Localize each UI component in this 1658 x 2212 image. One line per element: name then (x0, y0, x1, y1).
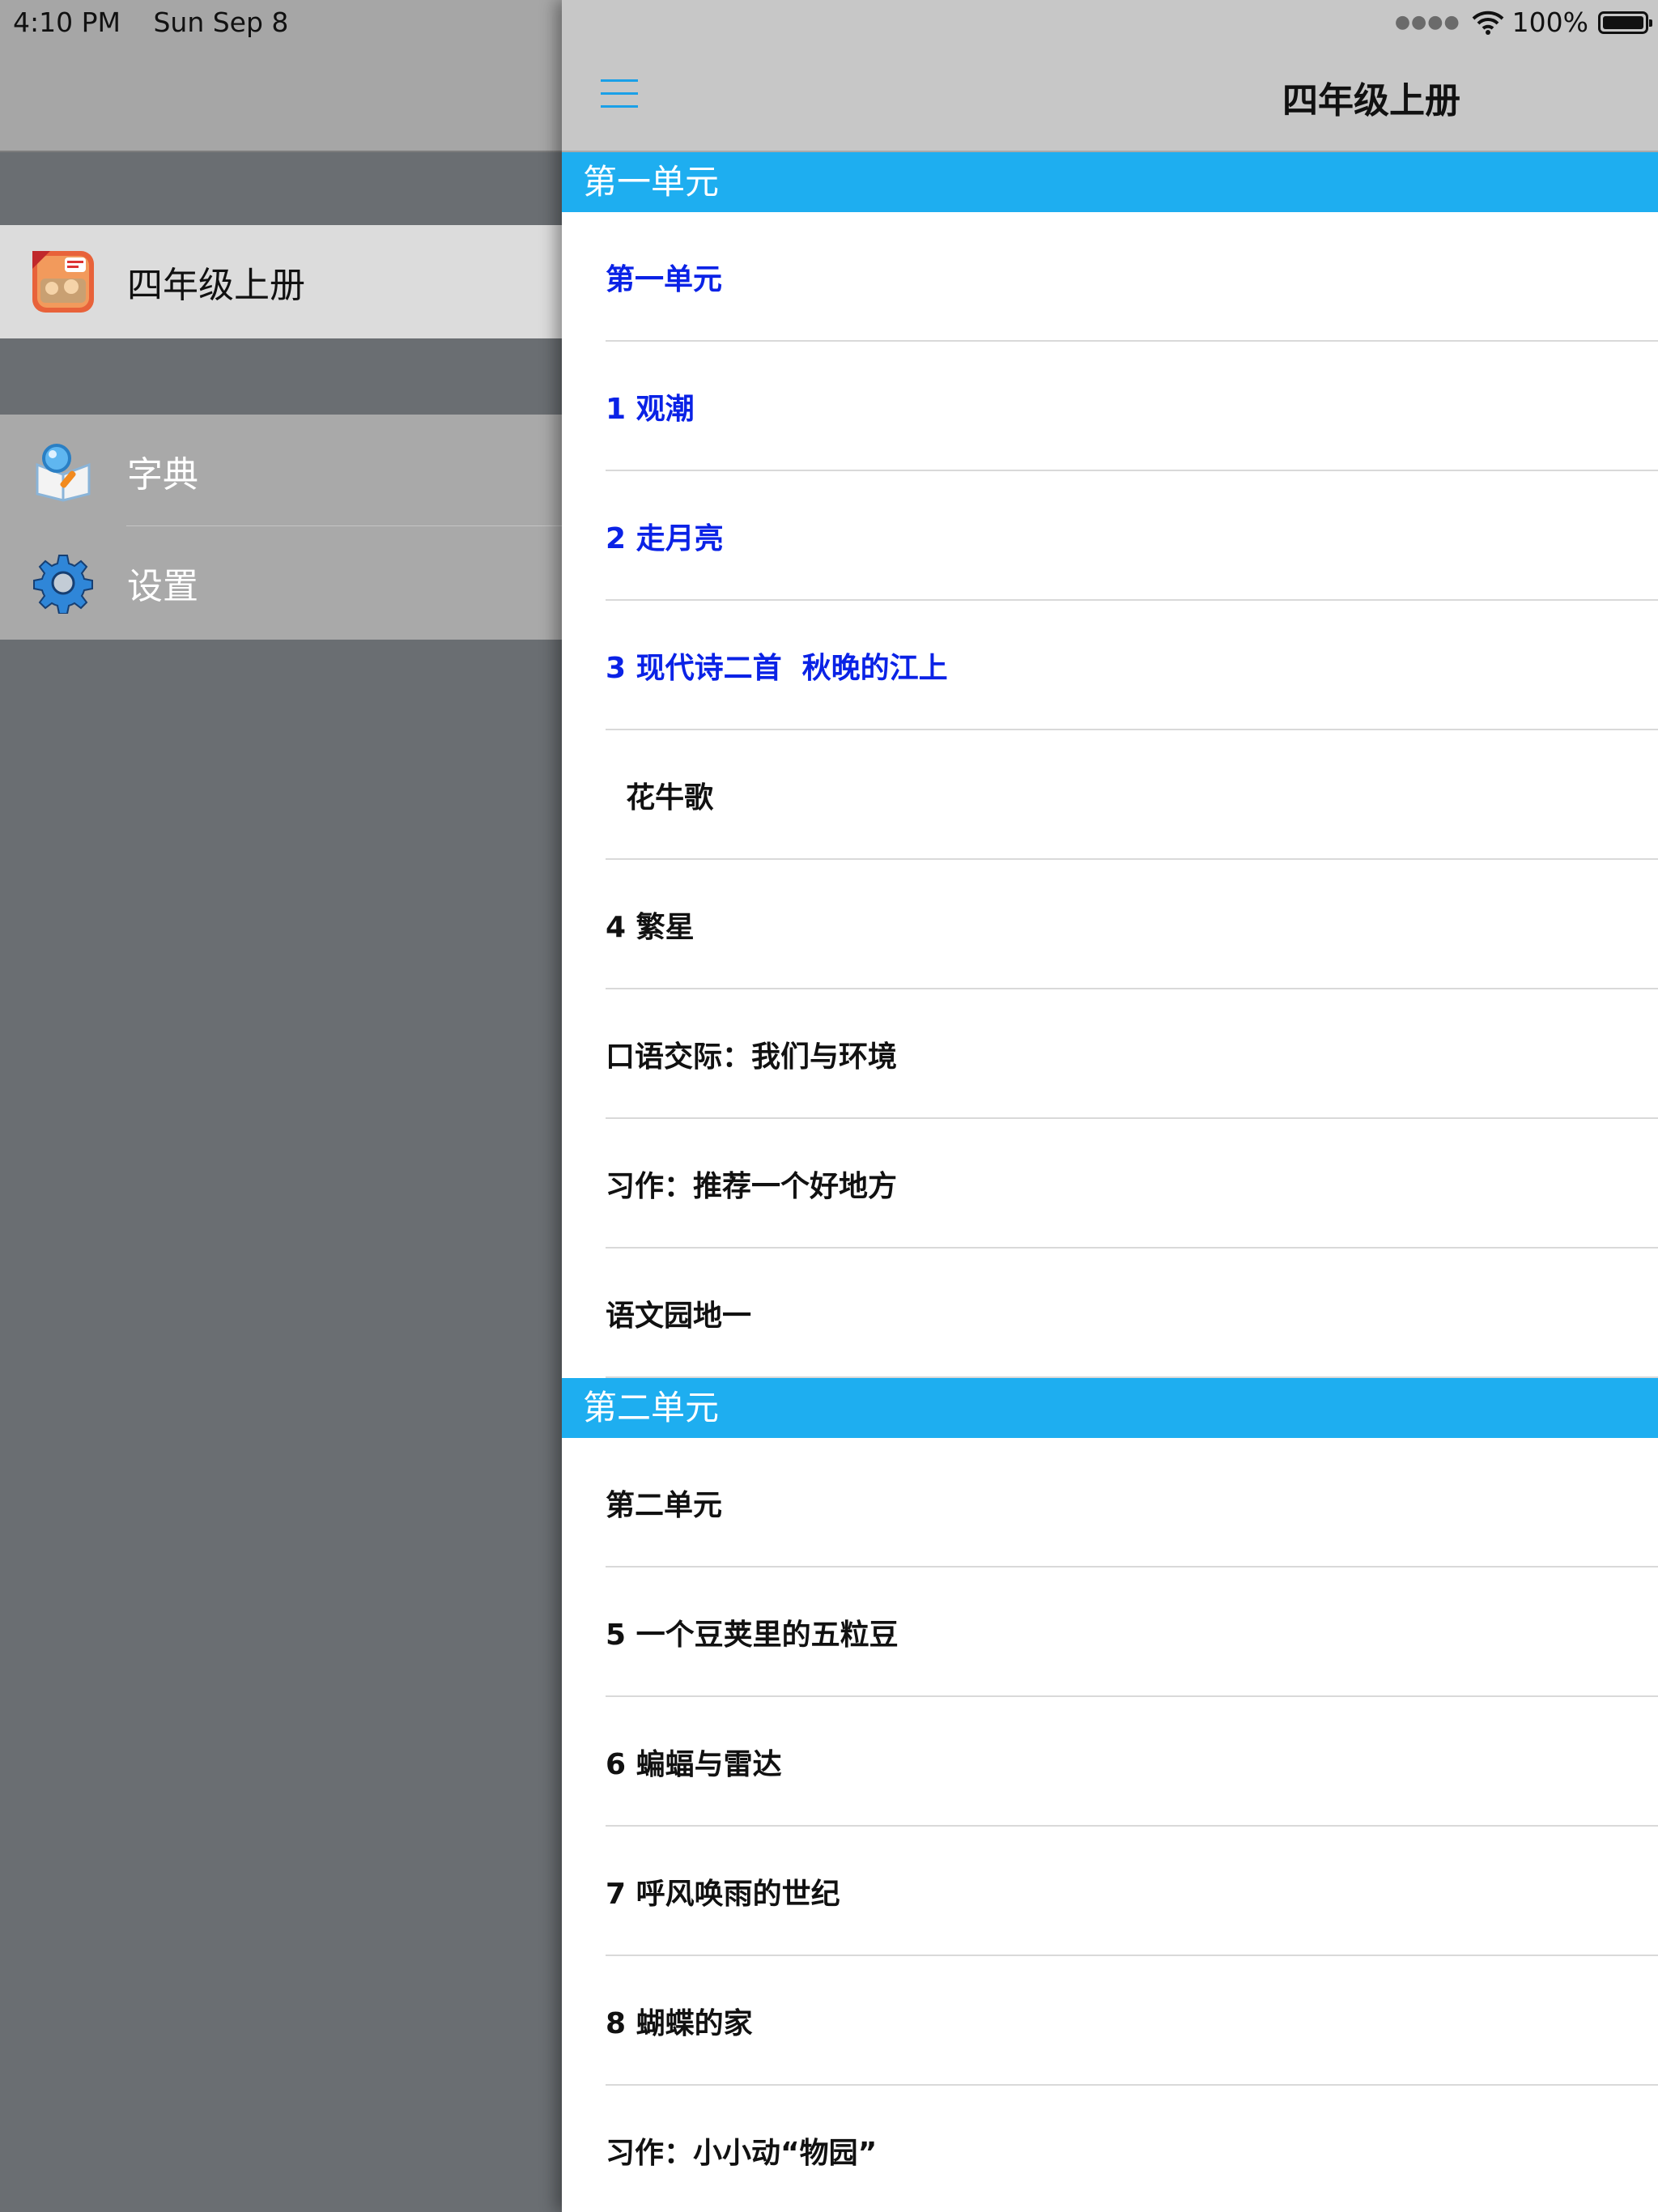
list-item[interactable]: 口语交际：我们与环境 (562, 989, 1658, 1119)
sidebar-item-book[interactable]: 四年级上册 (0, 225, 562, 338)
sidebar-item-dictionary[interactable]: 字典 (0, 415, 562, 528)
list-item-label: 1 观潮 (606, 393, 695, 426)
list-item[interactable]: 6 蝙蝠与雷达 (562, 1697, 1658, 1827)
sidebar-header: 4:10 PM Sun Sep 8 (0, 0, 562, 152)
list-item[interactable]: 习作：推荐一个好地方 (562, 1119, 1658, 1249)
list-item[interactable]: 4 繁星 (562, 860, 1658, 989)
battery-percentage: 100% (1511, 6, 1588, 38)
list-item[interactable]: 第二单元 (562, 1438, 1658, 1568)
sidebar-item-settings[interactable]: 设置 (0, 526, 562, 640)
menu-line (601, 92, 638, 95)
dictionary-icon (36, 444, 91, 502)
gear-icon (33, 555, 93, 614)
status-date: Sun Sep 8 (153, 6, 289, 38)
battery-tip (1649, 19, 1652, 27)
wifi-icon (1472, 11, 1504, 35)
list-item-label: 5 一个豆荚里的五粒豆 (606, 1619, 899, 1652)
list-item[interactable]: 花牛歌 (562, 730, 1658, 860)
sidebar: 4:10 PM Sun Sep 8 四年级上册 字典 设置 (0, 0, 562, 2212)
list-item-label: 花牛歌 (606, 781, 714, 815)
list-item[interactable]: 7 呼风唤雨的世纪 (562, 1827, 1658, 1956)
list-item[interactable]: 1 观潮 (562, 342, 1658, 471)
battery-level-fill (1603, 15, 1643, 29)
list-item-label: 习作：小小动“物园” (606, 2137, 878, 2170)
list-item[interactable]: 8 蝴蝶的家 (562, 1956, 1658, 2086)
list-item-label: 7 呼风唤雨的世纪 (606, 1878, 840, 1911)
sidebar-item-label: 四年级上册 (127, 265, 305, 306)
status-bar-right: ●●●● 100% (1394, 6, 1652, 38)
cellular-signal-icon: ●●●● (1394, 12, 1460, 32)
main-panel: ●●●● 100% 四年级上册 第一单元 第一单元 1 观潮 2 走月亮 3 现代诗二首… (562, 0, 1658, 2212)
list-item[interactable]: 5 一个豆荚里的五粒豆 (562, 1568, 1658, 1697)
sidebar-item-label: 字典 (127, 454, 198, 496)
menu-line (601, 105, 638, 108)
list-item-label: 2 走月亮 (606, 522, 724, 555)
hamburger-menu-icon[interactable] (601, 74, 641, 112)
status-bar-left: 4:10 PM Sun Sep 8 (13, 6, 312, 38)
list-item-label: 4 繁星 (606, 911, 695, 944)
list-item-label: 6 蝙蝠与雷达 (606, 1748, 782, 1781)
list-item-label: 语文园地一 (606, 1300, 752, 1333)
lesson-list: 第一单元 第一单元 1 观潮 2 走月亮 3 现代诗二首 秋晚的江上 花牛歌 4 繁星 口语… (562, 152, 1658, 2212)
list-item-label: 8 蝴蝶的家 (606, 2007, 753, 2040)
book-cover-icon (32, 251, 94, 313)
list-item-label: 口语交际：我们与环境 (606, 1040, 898, 1074)
page-title: 四年级上册 (1282, 80, 1460, 121)
list-item-label: 3 现代诗二首 秋晚的江上 (606, 652, 948, 685)
list-item[interactable]: 第一单元 (562, 212, 1658, 342)
list-item-label: 习作：推荐一个好地方 (606, 1170, 898, 1203)
row-divider (606, 1376, 1658, 1378)
sidebar-item-label: 设置 (127, 566, 198, 607)
menu-line (601, 79, 638, 82)
navigation-bar: ●●●● 100% 四年级上册 (562, 0, 1658, 152)
list-item-label: 第二单元 (606, 1489, 723, 1522)
list-item-label: 第一单元 (606, 263, 723, 296)
list-item[interactable]: 3 现代诗二首 秋晚的江上 (562, 601, 1658, 730)
list-item[interactable]: 语文园地一 (562, 1249, 1658, 1378)
battery-icon (1598, 11, 1652, 34)
list-item[interactable]: 习作：小小动“物园” (562, 2086, 1658, 2212)
section-header: 第一单元 (562, 152, 1658, 212)
section-header: 第二单元 (562, 1378, 1658, 1438)
list-item[interactable]: 2 走月亮 (562, 471, 1658, 601)
status-time: 4:10 PM (13, 6, 121, 38)
